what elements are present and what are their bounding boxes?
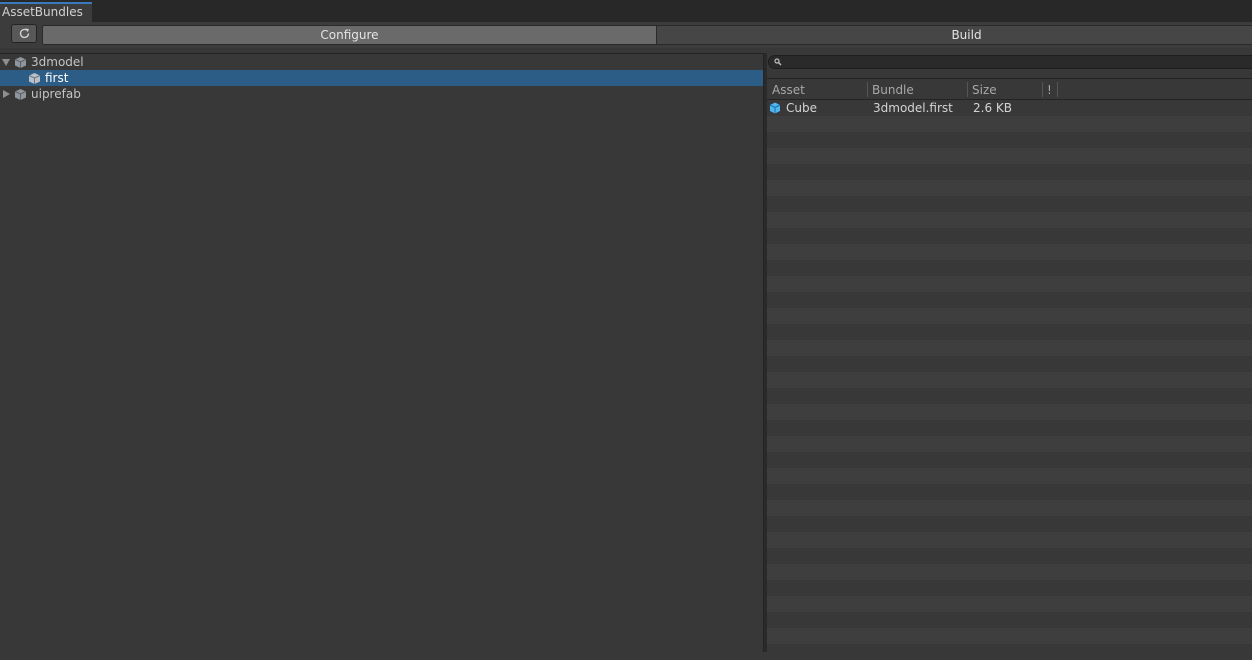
empty-row bbox=[767, 372, 1252, 388]
toolbar: Configure Build bbox=[0, 22, 1252, 48]
empty-row bbox=[767, 180, 1252, 196]
configure-tab-button[interactable]: Configure bbox=[42, 25, 657, 45]
tree-item-uiprefab[interactable]: uiprefab bbox=[0, 86, 763, 102]
cell-size: 2.6 KB bbox=[973, 101, 1012, 115]
tree-item-3dmodel[interactable]: 3dmodel bbox=[0, 54, 763, 70]
empty-row bbox=[767, 564, 1252, 580]
table-row[interactable]: Cube 3dmodel.first 2.6 KB bbox=[767, 100, 1252, 116]
empty-row bbox=[767, 388, 1252, 404]
empty-row bbox=[767, 484, 1252, 500]
empty-row bbox=[767, 532, 1252, 548]
cube-asset-icon bbox=[769, 102, 781, 114]
empty-row bbox=[767, 228, 1252, 244]
empty-row bbox=[767, 468, 1252, 484]
empty-row bbox=[767, 628, 1252, 644]
column-header-bundle[interactable]: Bundle bbox=[872, 79, 914, 99]
refresh-button[interactable] bbox=[11, 24, 37, 43]
column-divider[interactable] bbox=[867, 82, 868, 97]
window-tab-bar: AssetBundles bbox=[0, 0, 1252, 22]
empty-row bbox=[767, 420, 1252, 436]
tree-item-label: 3dmodel bbox=[31, 55, 84, 69]
search-bar[interactable] bbox=[768, 55, 1252, 69]
search-input[interactable] bbox=[787, 56, 1247, 68]
empty-row bbox=[767, 452, 1252, 468]
empty-row bbox=[767, 548, 1252, 564]
empty-row bbox=[767, 500, 1252, 516]
build-tab-button[interactable]: Build bbox=[657, 25, 1252, 45]
cell-bundle: 3dmodel.first bbox=[873, 101, 953, 115]
empty-row bbox=[767, 324, 1252, 340]
tree-item-first[interactable]: first bbox=[0, 70, 763, 86]
empty-row bbox=[767, 612, 1252, 628]
bundle-folder-icon bbox=[14, 57, 27, 68]
asset-table-body: Cube 3dmodel.first 2.6 KB bbox=[767, 100, 1252, 660]
bundle-folder-icon bbox=[14, 89, 27, 100]
empty-row bbox=[767, 356, 1252, 372]
asset-list-panel: Asset Bundle Size ! Cube 3dmodel.first 2… bbox=[767, 53, 1252, 660]
empty-row bbox=[767, 276, 1252, 292]
table-header: Asset Bundle Size ! bbox=[767, 78, 1252, 100]
empty-row bbox=[767, 164, 1252, 180]
empty-row bbox=[767, 516, 1252, 532]
empty-row bbox=[767, 340, 1252, 356]
empty-row bbox=[767, 404, 1252, 420]
empty-row bbox=[767, 596, 1252, 612]
empty-row bbox=[767, 212, 1252, 228]
tree-item-label: uiprefab bbox=[31, 87, 81, 101]
column-divider[interactable] bbox=[967, 82, 968, 97]
column-header-size[interactable]: Size bbox=[972, 79, 997, 99]
column-divider[interactable] bbox=[1057, 82, 1058, 97]
empty-row bbox=[767, 436, 1252, 452]
bundle-tree-panel: 3dmodel first uiprefab bbox=[0, 53, 764, 652]
column-header-asset[interactable]: Asset bbox=[772, 79, 805, 99]
empty-row bbox=[767, 260, 1252, 276]
empty-row bbox=[767, 644, 1252, 660]
bundle-icon bbox=[28, 73, 41, 84]
expand-arrow-icon[interactable] bbox=[2, 59, 10, 66]
empty-row bbox=[767, 308, 1252, 324]
empty-row bbox=[767, 148, 1252, 164]
cell-asset: Cube bbox=[786, 101, 817, 115]
tab-assetbundles[interactable]: AssetBundles bbox=[0, 2, 92, 22]
empty-row bbox=[767, 580, 1252, 596]
search-icon bbox=[774, 58, 782, 66]
empty-row bbox=[767, 244, 1252, 260]
empty-row bbox=[767, 116, 1252, 132]
column-divider[interactable] bbox=[1042, 82, 1043, 97]
empty-row bbox=[767, 292, 1252, 308]
empty-row bbox=[767, 132, 1252, 148]
empty-row bbox=[767, 196, 1252, 212]
collapse-arrow-icon[interactable] bbox=[3, 90, 10, 98]
tree-item-label: first bbox=[45, 71, 69, 85]
refresh-icon bbox=[19, 28, 30, 39]
column-header-warning[interactable]: ! bbox=[1047, 79, 1052, 99]
